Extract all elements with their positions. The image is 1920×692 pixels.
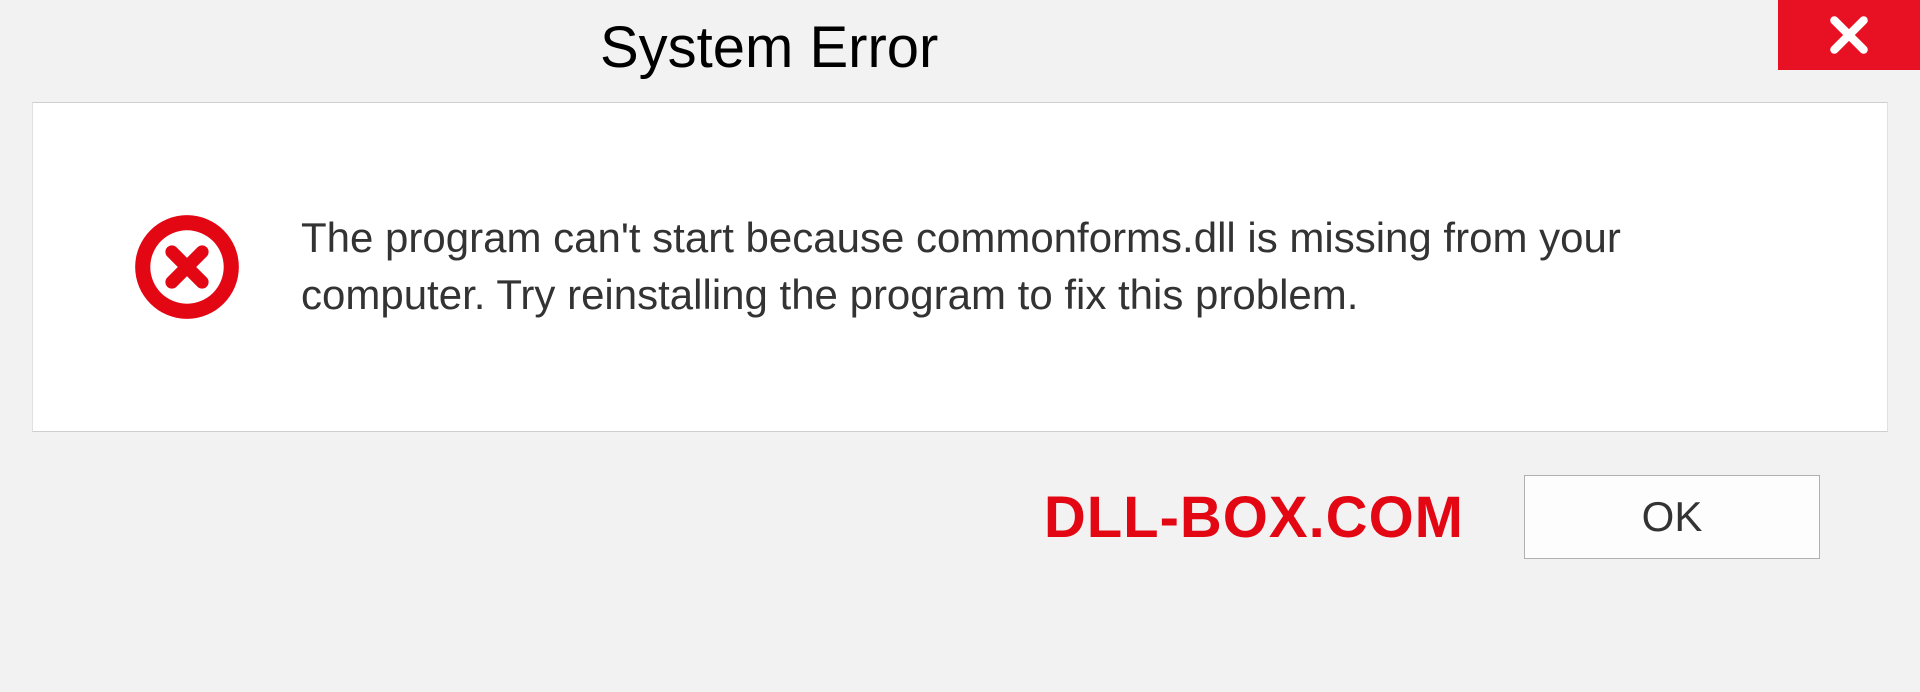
watermark-text: DLL-BOX.COM <box>1044 484 1464 551</box>
footer: DLL-BOX.COM OK <box>32 432 1888 612</box>
close-icon <box>1827 13 1871 57</box>
ok-button[interactable]: OK <box>1524 475 1820 559</box>
error-message: The program can't start because commonfo… <box>301 210 1807 323</box>
error-icon <box>133 213 241 321</box>
window-title: System Error <box>600 8 938 81</box>
titlebar: System Error <box>0 0 1920 90</box>
close-button[interactable] <box>1778 0 1920 70</box>
content-panel: The program can't start because commonfo… <box>32 102 1888 432</box>
